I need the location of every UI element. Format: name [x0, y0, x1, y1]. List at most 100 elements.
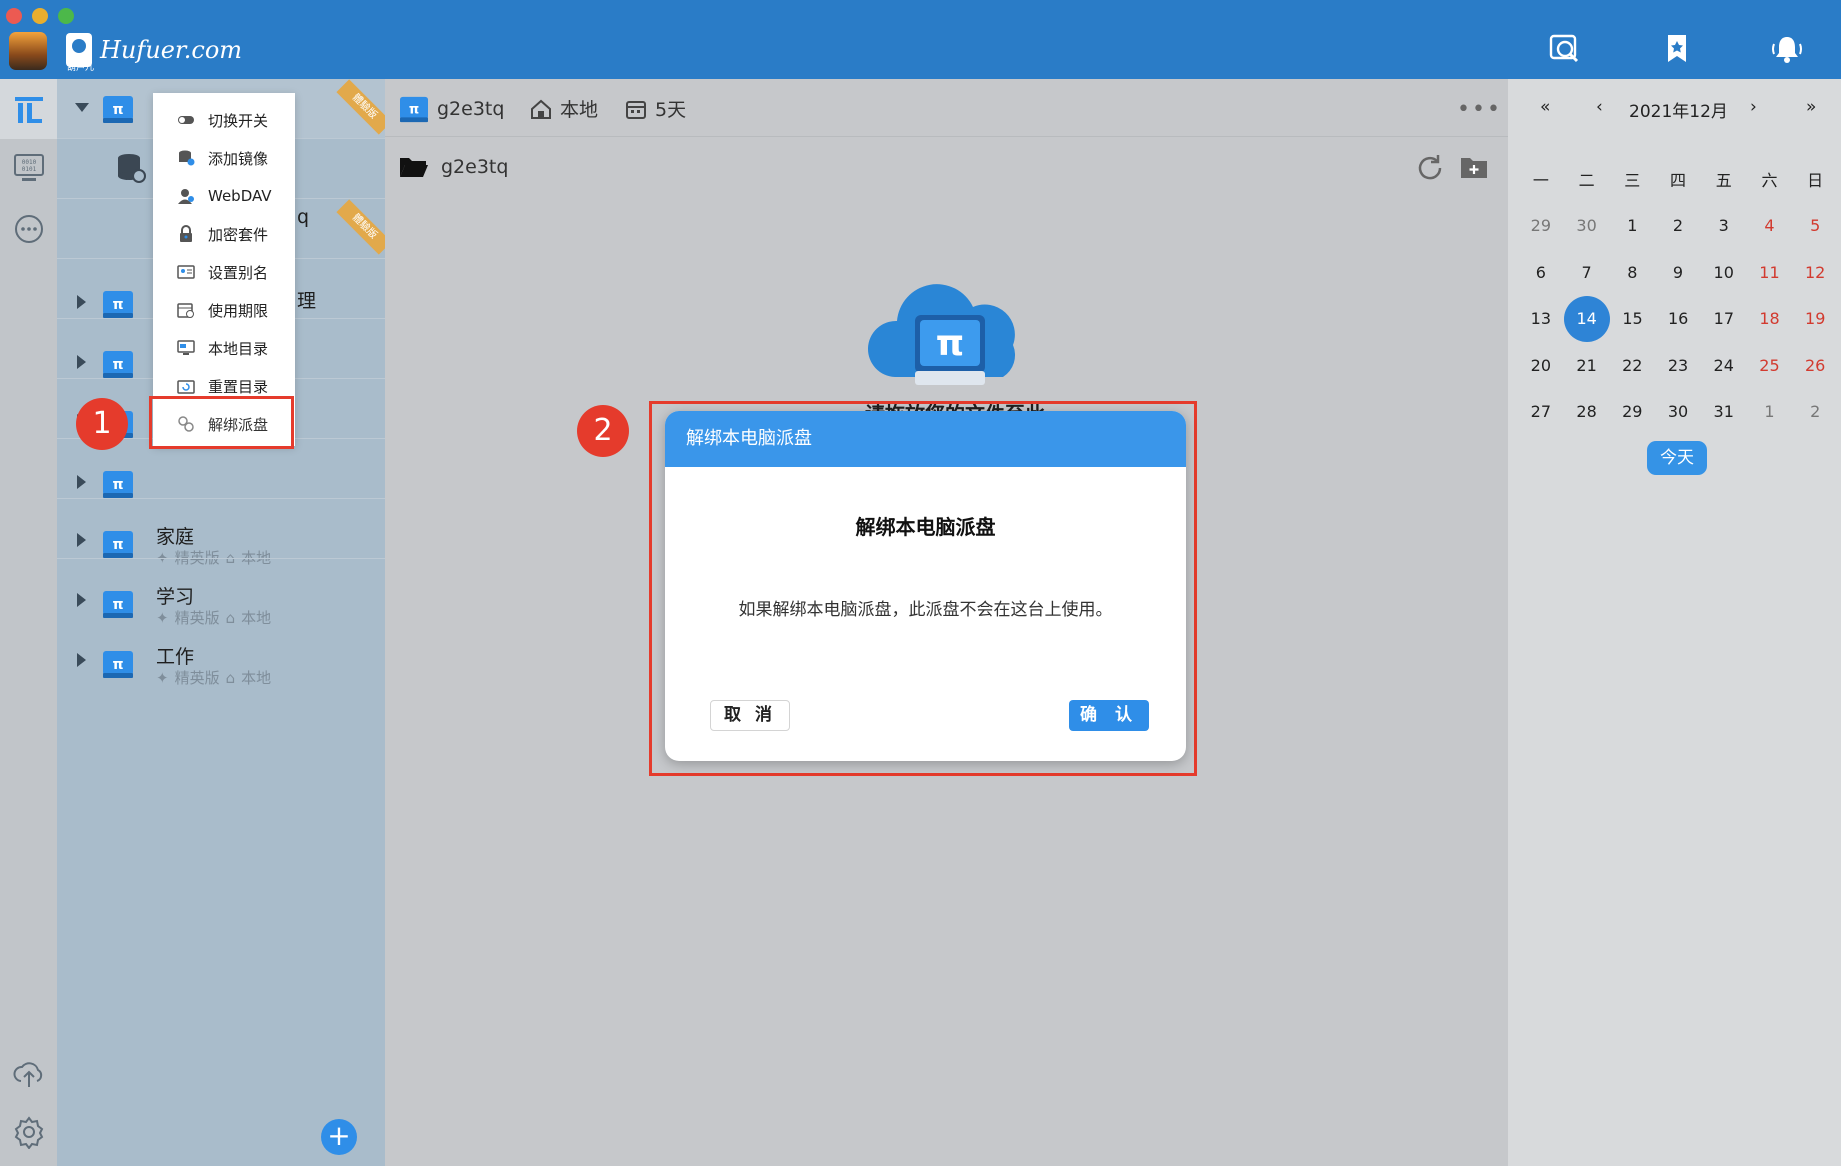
calendar-day[interactable]: 21: [1564, 356, 1610, 375]
calendar-day[interactable]: 28: [1564, 402, 1610, 421]
calendar-day[interactable]: 30: [1564, 216, 1610, 235]
calendar-day[interactable]: 8: [1609, 263, 1655, 282]
calendar-day[interactable]: 15: [1610, 309, 1656, 328]
calendar-day[interactable]: 12: [1792, 263, 1838, 282]
weekday-6: 日: [1807, 171, 1824, 191]
dialog-message: 如果解绑本电脑派盘，此派盘不会在这台上使用。: [738, 600, 1113, 620]
calendar-day[interactable]: 20: [1518, 356, 1564, 375]
calendar-day[interactable]: 2: [1792, 402, 1838, 421]
calendar-day-number: 17: [1713, 309, 1735, 329]
disk-context-menu: 切换开关 添加镜像 WebDAV 加密套件 设置别名 使用期限 本地目录 重置目…: [153, 93, 295, 446]
calendar-day-number: 27: [1530, 402, 1552, 422]
title-bar: Hufuer.com 葫芦儿: [0, 0, 1841, 79]
calendar-day-number: 8: [1627, 262, 1638, 282]
minimize-window-button[interactable]: [32, 8, 48, 24]
prev-month-button[interactable]: ‹: [1596, 97, 1603, 117]
toggle-icon: [178, 116, 194, 124]
pai-disk-icon[interactable]: [12, 93, 46, 127]
toolbar-location-label: 本地: [560, 99, 599, 121]
calendar-day[interactable]: 22: [1609, 356, 1655, 375]
zoom-window-button[interactable]: [58, 8, 74, 24]
settings-icon[interactable]: [12, 1115, 46, 1149]
today-button[interactable]: 今天: [1647, 441, 1707, 475]
disk-icon: π: [400, 96, 428, 123]
calendar-day[interactable]: 1: [1609, 216, 1655, 235]
calendar-day[interactable]: 13: [1518, 309, 1564, 328]
collapse-arrow-icon[interactable]: [75, 103, 89, 112]
globe-search-icon[interactable]: [1548, 32, 1582, 66]
calendar-day-number: 24: [1713, 355, 1734, 375]
calendar-day[interactable]: 7: [1564, 263, 1610, 282]
new-folder-icon[interactable]: [1460, 155, 1488, 179]
refresh-icon[interactable]: [1415, 153, 1445, 183]
menu-item-alias[interactable]: 设置别名: [153, 253, 295, 291]
binary-monitor-icon[interactable]: 0010 0101: [12, 151, 46, 185]
next-year-button[interactable]: »: [1806, 97, 1816, 117]
calendar-day[interactable]: 6: [1518, 263, 1564, 282]
calendar-day[interactable]: 3: [1701, 216, 1747, 235]
prev-year-button[interactable]: «: [1540, 97, 1550, 117]
calendar-day[interactable]: 10: [1701, 263, 1747, 282]
calendar-day-number: 3: [1718, 216, 1729, 236]
cancel-button[interactable]: 取 消: [710, 700, 790, 731]
id-card-icon: [177, 265, 195, 279]
calendar-day[interactable]: 30: [1655, 402, 1701, 421]
calendar-day[interactable]: 17: [1701, 309, 1747, 328]
calendar-day-today[interactable]: 14: [1563, 295, 1610, 342]
calendar-day[interactable]: 4: [1747, 216, 1793, 235]
menu-item-encryption[interactable]: 加密套件: [153, 215, 295, 253]
weekday-2: 三: [1624, 171, 1641, 191]
dialog-title: 解绑本电脑派盘: [855, 515, 996, 539]
calendar-day-number: 18: [1759, 309, 1780, 329]
disk-row-study[interactable]: π 学习 ✦ 精英版 ⌂ 本地: [57, 499, 385, 627]
toolbar-disk[interactable]: π g2e3tq: [399, 95, 504, 123]
breadcrumb[interactable]: g2e3tq: [399, 155, 508, 179]
toolbar-disk-name: g2e3tq: [437, 98, 505, 120]
calendar-day[interactable]: 31: [1701, 402, 1747, 421]
bookmark-icon[interactable]: [1660, 32, 1694, 66]
calendar-day-number: 4: [1764, 216, 1775, 236]
close-window-button[interactable]: [6, 8, 22, 24]
toolbar-days[interactable]: 5天: [625, 95, 686, 122]
calendar-day[interactable]: 24: [1701, 356, 1747, 375]
confirm-button[interactable]: 确 认: [1069, 700, 1149, 731]
calendar-day[interactable]: 16: [1655, 309, 1701, 328]
calendar-day[interactable]: 29: [1518, 216, 1564, 235]
calendar-day-number: 28: [1576, 402, 1597, 422]
menu-item-webdav[interactable]: WebDAV: [153, 177, 295, 215]
toolbar-location[interactable]: 本地: [530, 95, 598, 122]
menu-item-local-dir[interactable]: 本地目录: [153, 329, 295, 367]
trial-ribbon: 體驗版: [336, 79, 392, 135]
calendar-day[interactable]: 27: [1518, 402, 1564, 421]
calendar-day-number: 1: [1764, 402, 1775, 422]
next-month-button[interactable]: ›: [1750, 97, 1757, 117]
more-options-icon[interactable]: •••: [1457, 97, 1502, 122]
cloud-upload-icon[interactable]: [12, 1057, 46, 1091]
calendar-day[interactable]: 1: [1747, 402, 1793, 421]
calendar-day-number: 26: [1804, 355, 1826, 375]
calendar-week-row: 29 30 1 2 3 4 5: [1518, 203, 1838, 250]
expand-arrow-icon[interactable]: [77, 653, 86, 667]
calendar-day[interactable]: 5: [1792, 216, 1838, 235]
calendar-day-number: 23: [1667, 355, 1689, 375]
calendar-day[interactable]: 25: [1747, 356, 1793, 375]
calendar-day[interactable]: 18: [1747, 309, 1793, 328]
calendar-day[interactable]: 2: [1655, 216, 1701, 235]
weekday-5: 六: [1761, 171, 1778, 191]
menu-item-expiry[interactable]: 使用期限: [153, 291, 295, 329]
app-avatar[interactable]: [9, 32, 47, 70]
calendar-day[interactable]: 9: [1655, 263, 1701, 282]
chat-icon[interactable]: [12, 212, 46, 246]
calendar-day[interactable]: 23: [1655, 356, 1701, 375]
menu-item-add-mirror[interactable]: 添加镜像: [153, 139, 295, 177]
calendar-day[interactable]: 11: [1747, 263, 1793, 282]
calendar-day[interactable]: 26: [1792, 356, 1838, 375]
calendar-day[interactable]: 19: [1792, 309, 1838, 328]
disk-row-work[interactable]: π 工作 ✦ 精英版 ⌂ 本地: [57, 559, 385, 687]
calendar-day-number: 7: [1581, 262, 1592, 282]
folder-open-icon: [400, 158, 428, 177]
calendar-day[interactable]: 29: [1609, 402, 1655, 421]
bell-icon[interactable]: [1770, 32, 1804, 66]
menu-item-toggle[interactable]: 切换开关: [153, 101, 295, 139]
add-disk-button[interactable]: +: [321, 1119, 357, 1155]
